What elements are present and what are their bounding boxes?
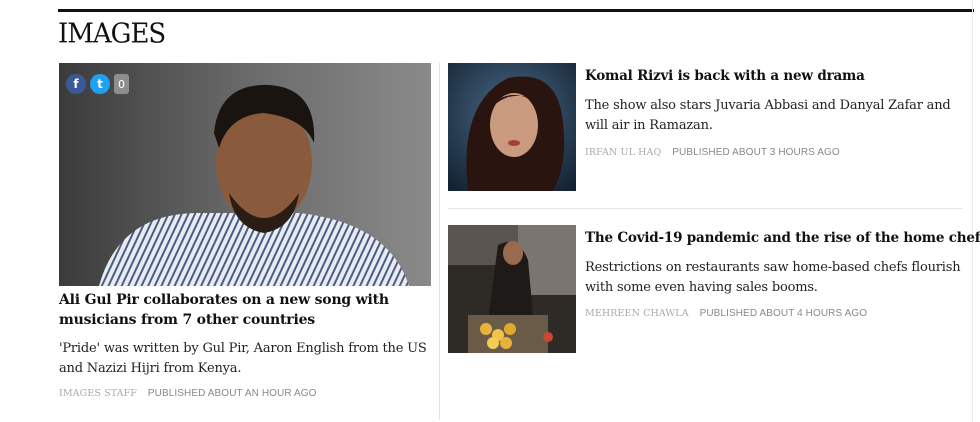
top-rule xyxy=(58,9,974,12)
twitter-icon[interactable]: t xyxy=(90,74,110,94)
kitchen-photo xyxy=(448,225,576,353)
story-divider xyxy=(448,208,962,209)
main-story-title[interactable]: Ali Gul Pir collaborates on a new song w… xyxy=(59,290,419,330)
side-story-2-title[interactable]: The Covid-19 pandemic and the rise of th… xyxy=(585,228,980,248)
column-divider xyxy=(439,62,440,420)
share-bar: f t 0 xyxy=(66,74,129,94)
main-story-author[interactable]: IMAGES STAFF xyxy=(59,388,137,399)
side-story-1-title[interactable]: Komal Rizvi is back with a new drama xyxy=(585,66,970,86)
side-story-1-published: PUBLISHED ABOUT 3 HOURS AGO xyxy=(672,147,840,158)
portrait-photo xyxy=(59,63,431,286)
main-story-excerpt: 'Pride' was written by Gul Pir, Aaron En… xyxy=(59,341,427,376)
side-story-1-author[interactable]: IRFAN UL HAQ xyxy=(585,147,661,158)
side-story-1-image[interactable] xyxy=(448,63,576,191)
side-story-1-excerpt: The show also stars Juvaria Abbasi and D… xyxy=(585,98,951,133)
page-edge xyxy=(972,0,973,422)
main-story-image[interactable] xyxy=(59,63,431,286)
side-story-2-image[interactable] xyxy=(448,225,576,353)
portrait-photo xyxy=(448,63,576,191)
side-story-2-author[interactable]: MEHREEN CHAWLA xyxy=(585,308,689,319)
main-story-published: PUBLISHED ABOUT AN HOUR AGO xyxy=(147,388,317,399)
main-story-meta: IMAGES STAFF PUBLISHED ABOUT AN HOUR AGO xyxy=(59,388,317,399)
comment-count-badge[interactable]: 0 xyxy=(114,74,129,94)
side-story-1-meta: IRFAN UL HAQ PUBLISHED ABOUT 3 HOURS AGO xyxy=(585,147,840,158)
side-story-2-excerpt: Restrictions on restaurants saw home-bas… xyxy=(585,260,961,295)
side-story-2-meta: MEHREEN CHAWLA PUBLISHED ABOUT 4 HOURS A… xyxy=(585,308,867,319)
side-story-2-published: PUBLISHED ABOUT 4 HOURS AGO xyxy=(699,308,868,319)
images-logo[interactable]: IMAGES xyxy=(58,18,166,50)
facebook-icon[interactable]: f xyxy=(66,74,86,94)
